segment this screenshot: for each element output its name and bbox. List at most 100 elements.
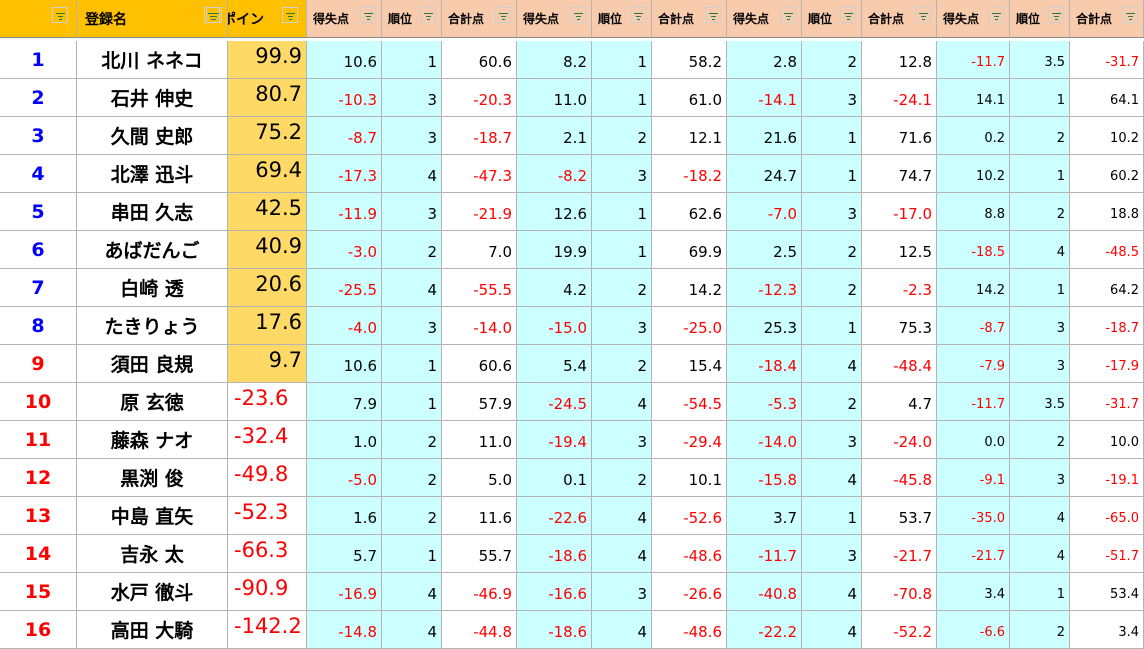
running-total-cell[interactable]: -47.3 bbox=[442, 155, 517, 193]
round-rank-cell[interactable]: 4 bbox=[382, 611, 442, 649]
column-header[interactable]: 順位 bbox=[592, 0, 652, 38]
player-name-cell[interactable]: 高田 大騎 bbox=[77, 611, 228, 649]
rank-cell[interactable]: 10 bbox=[0, 383, 77, 421]
round-rank-cell[interactable]: 4 bbox=[802, 611, 862, 649]
round-rank-cell[interactable]: 1 bbox=[1010, 573, 1070, 611]
total-points-cell[interactable]: -23.6 bbox=[228, 383, 307, 421]
running-total-cell[interactable]: -19.1 bbox=[1070, 459, 1144, 497]
score-diff-cell[interactable]: 10.6 bbox=[307, 345, 382, 383]
running-total-cell[interactable]: 18.8 bbox=[1070, 193, 1144, 231]
running-total-cell[interactable]: 75.3 bbox=[862, 307, 937, 345]
rank-cell[interactable]: 15 bbox=[0, 573, 77, 611]
rank-cell[interactable]: 7 bbox=[0, 269, 77, 307]
running-total-cell[interactable]: 64.2 bbox=[1070, 269, 1144, 307]
player-name-cell[interactable]: 北澤 迅斗 bbox=[77, 155, 228, 193]
player-name-cell[interactable]: 須田 良規 bbox=[77, 345, 228, 383]
score-diff-cell[interactable]: -11.7 bbox=[937, 383, 1010, 421]
column-filter-button[interactable] bbox=[495, 7, 511, 23]
player-name-cell[interactable]: 久間 史郎 bbox=[77, 117, 228, 155]
running-total-cell[interactable]: 53.4 bbox=[1070, 573, 1144, 611]
running-total-cell[interactable]: 4.7 bbox=[862, 383, 937, 421]
round-rank-cell[interactable]: 3 bbox=[592, 421, 652, 459]
player-name-cell[interactable]: 北川 ネネコ bbox=[77, 41, 228, 79]
running-total-cell[interactable]: -52.2 bbox=[862, 611, 937, 649]
score-diff-cell[interactable]: -21.7 bbox=[937, 535, 1010, 573]
score-diff-cell[interactable]: -6.6 bbox=[937, 611, 1010, 649]
column-filter-button[interactable] bbox=[1122, 7, 1138, 23]
running-total-cell[interactable]: 64.1 bbox=[1070, 79, 1144, 117]
score-diff-cell[interactable]: -35.0 bbox=[937, 497, 1010, 535]
score-diff-cell[interactable]: 14.1 bbox=[937, 79, 1010, 117]
total-points-cell[interactable]: -142.2 bbox=[228, 611, 307, 649]
round-rank-cell[interactable]: 3 bbox=[592, 573, 652, 611]
score-diff-cell[interactable]: -25.5 bbox=[307, 269, 382, 307]
running-total-cell[interactable]: -65.0 bbox=[1070, 497, 1144, 535]
running-total-cell[interactable]: 11.0 bbox=[442, 421, 517, 459]
round-rank-cell[interactable]: 2 bbox=[592, 345, 652, 383]
round-rank-cell[interactable]: 2 bbox=[592, 269, 652, 307]
score-diff-cell[interactable]: -22.2 bbox=[727, 611, 802, 649]
round-rank-cell[interactable]: 2 bbox=[1010, 421, 1070, 459]
score-diff-cell[interactable]: 4.2 bbox=[517, 269, 592, 307]
round-rank-cell[interactable]: 3 bbox=[592, 307, 652, 345]
round-rank-cell[interactable]: 3 bbox=[1010, 459, 1070, 497]
round-rank-cell[interactable]: 1 bbox=[592, 79, 652, 117]
score-diff-cell[interactable]: -19.4 bbox=[517, 421, 592, 459]
round-rank-cell[interactable]: 3 bbox=[382, 117, 442, 155]
column-header[interactable]: 得失点 bbox=[727, 0, 802, 38]
running-total-cell[interactable]: 10.2 bbox=[1070, 117, 1144, 155]
column-filter-button[interactable] bbox=[282, 7, 298, 23]
column-filter-button[interactable] bbox=[52, 7, 68, 23]
score-diff-cell[interactable]: -4.0 bbox=[307, 307, 382, 345]
running-total-cell[interactable]: -21.9 bbox=[442, 193, 517, 231]
round-rank-cell[interactable]: 2 bbox=[382, 421, 442, 459]
running-total-cell[interactable]: 5.0 bbox=[442, 459, 517, 497]
total-points-cell[interactable]: 17.6 bbox=[228, 307, 307, 345]
running-total-cell[interactable]: -52.6 bbox=[652, 497, 727, 535]
round-rank-cell[interactable]: 4 bbox=[1010, 497, 1070, 535]
score-diff-cell[interactable]: 21.6 bbox=[727, 117, 802, 155]
running-total-cell[interactable]: 12.8 bbox=[862, 41, 937, 79]
score-diff-cell[interactable]: -40.8 bbox=[727, 573, 802, 611]
rank-cell[interactable]: 2 bbox=[0, 79, 77, 117]
score-diff-cell[interactable]: -16.9 bbox=[307, 573, 382, 611]
column-header[interactable]: 合計点 bbox=[652, 0, 727, 38]
column-header[interactable]: 順位 bbox=[802, 0, 862, 38]
total-points-cell[interactable]: 69.4 bbox=[228, 155, 307, 193]
score-diff-cell[interactable]: -3.0 bbox=[307, 231, 382, 269]
score-diff-cell[interactable]: 8.2 bbox=[517, 41, 592, 79]
running-total-cell[interactable]: -55.5 bbox=[442, 269, 517, 307]
running-total-cell[interactable]: 69.9 bbox=[652, 231, 727, 269]
running-total-cell[interactable]: -2.3 bbox=[862, 269, 937, 307]
running-total-cell[interactable]: 53.7 bbox=[862, 497, 937, 535]
rank-cell[interactable]: 6 bbox=[0, 231, 77, 269]
running-total-cell[interactable]: 57.9 bbox=[442, 383, 517, 421]
round-rank-cell[interactable]: 2 bbox=[802, 41, 862, 79]
score-diff-cell[interactable]: -5.3 bbox=[727, 383, 802, 421]
score-diff-cell[interactable]: -15.0 bbox=[517, 307, 592, 345]
running-total-cell[interactable]: -17.9 bbox=[1070, 345, 1144, 383]
round-rank-cell[interactable]: 2 bbox=[592, 117, 652, 155]
score-diff-cell[interactable]: 0.0 bbox=[937, 421, 1010, 459]
running-total-cell[interactable]: -31.7 bbox=[1070, 41, 1144, 79]
score-diff-cell[interactable]: -14.1 bbox=[727, 79, 802, 117]
player-name-cell[interactable]: 水戸 徹斗 bbox=[77, 573, 228, 611]
running-total-cell[interactable]: 10.1 bbox=[652, 459, 727, 497]
round-rank-cell[interactable]: 1 bbox=[382, 41, 442, 79]
rank-cell[interactable]: 8 bbox=[0, 307, 77, 345]
running-total-cell[interactable]: -51.7 bbox=[1070, 535, 1144, 573]
round-rank-cell[interactable]: 1 bbox=[1010, 269, 1070, 307]
score-diff-cell[interactable]: -22.6 bbox=[517, 497, 592, 535]
column-header[interactable]: 合計点 bbox=[1070, 0, 1144, 38]
round-rank-cell[interactable]: 2 bbox=[382, 497, 442, 535]
column-filter-button[interactable] bbox=[988, 7, 1004, 23]
round-rank-cell[interactable]: 1 bbox=[802, 497, 862, 535]
score-diff-cell[interactable]: -11.9 bbox=[307, 193, 382, 231]
running-total-cell[interactable]: -26.6 bbox=[652, 573, 727, 611]
score-diff-cell[interactable]: 7.9 bbox=[307, 383, 382, 421]
score-diff-cell[interactable]: -16.6 bbox=[517, 573, 592, 611]
running-total-cell[interactable]: -21.7 bbox=[862, 535, 937, 573]
round-rank-cell[interactable]: 3 bbox=[1010, 345, 1070, 383]
column-header[interactable]: 順位 bbox=[1010, 0, 1070, 38]
player-name-cell[interactable]: あばだんご bbox=[77, 231, 228, 269]
